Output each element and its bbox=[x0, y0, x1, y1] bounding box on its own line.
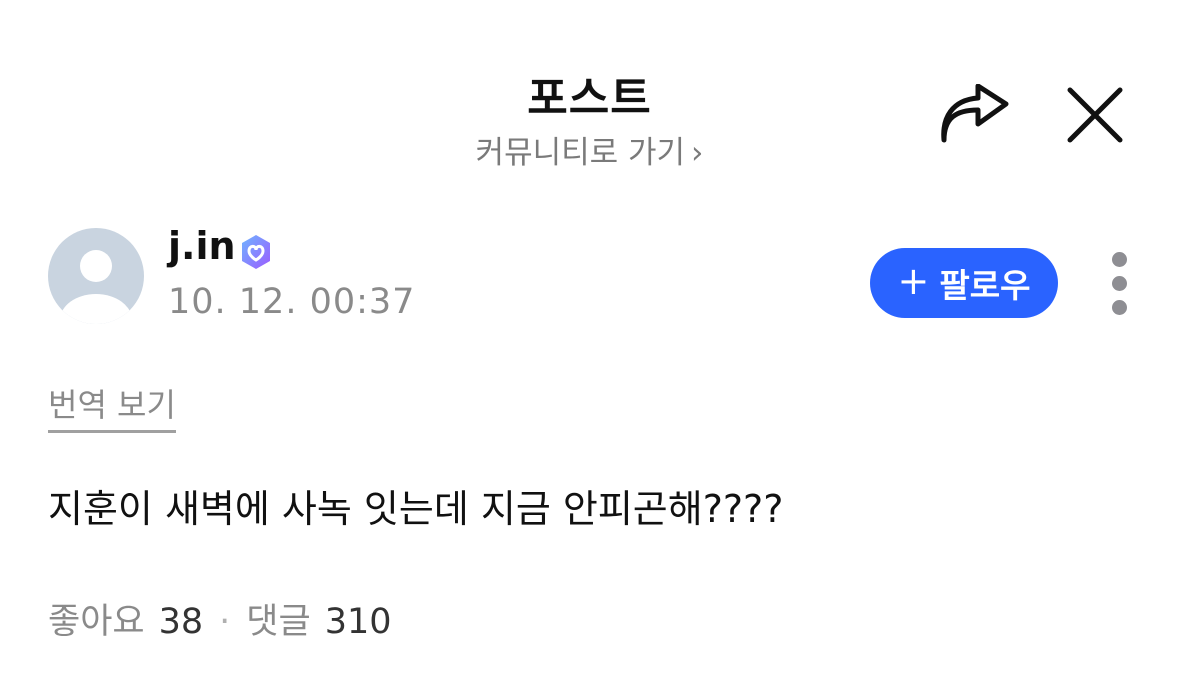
more-dot bbox=[1111, 276, 1127, 291]
post-timestamp: 10. 12. 00:37 bbox=[168, 282, 416, 322]
follow-label: 팔로우 bbox=[939, 266, 1031, 305]
more-dot bbox=[1111, 300, 1127, 315]
chevron-right-icon: › bbox=[691, 135, 704, 171]
comments-stat[interactable]: 댓글 310 bbox=[246, 593, 391, 644]
translate-link[interactable]: 번역 보기 bbox=[48, 380, 176, 433]
default-avatar-icon bbox=[60, 250, 132, 324]
stats-separator: · bbox=[219, 602, 231, 642]
comments-label: 댓글 bbox=[246, 602, 311, 642]
share-button[interactable] bbox=[938, 83, 1012, 146]
author-name[interactable]: j.in bbox=[168, 224, 236, 268]
share-arrow-icon bbox=[941, 83, 1009, 143]
post-stats: 좋아요 38 · 댓글 310 bbox=[48, 593, 392, 644]
more-options-button[interactable] bbox=[1106, 252, 1132, 316]
likes-count: 38 bbox=[158, 602, 204, 642]
close-button[interactable] bbox=[1064, 84, 1126, 146]
verified-badge-icon bbox=[237, 233, 275, 271]
likes-stat[interactable]: 좋아요 38 bbox=[48, 593, 203, 644]
close-icon bbox=[1067, 87, 1123, 143]
community-link-label: 커뮤니티로 가기 bbox=[475, 135, 686, 171]
avatar[interactable] bbox=[48, 228, 144, 324]
follow-button[interactable]: + 팔로우 bbox=[870, 248, 1058, 318]
comments-count: 310 bbox=[324, 602, 392, 642]
post-text: 지훈이 새벽에 사녹 잇는데 지금 안피곤해???? bbox=[48, 487, 784, 531]
more-dot bbox=[1111, 252, 1127, 267]
plus-icon: + bbox=[897, 259, 930, 303]
likes-label: 좋아요 bbox=[48, 602, 145, 642]
